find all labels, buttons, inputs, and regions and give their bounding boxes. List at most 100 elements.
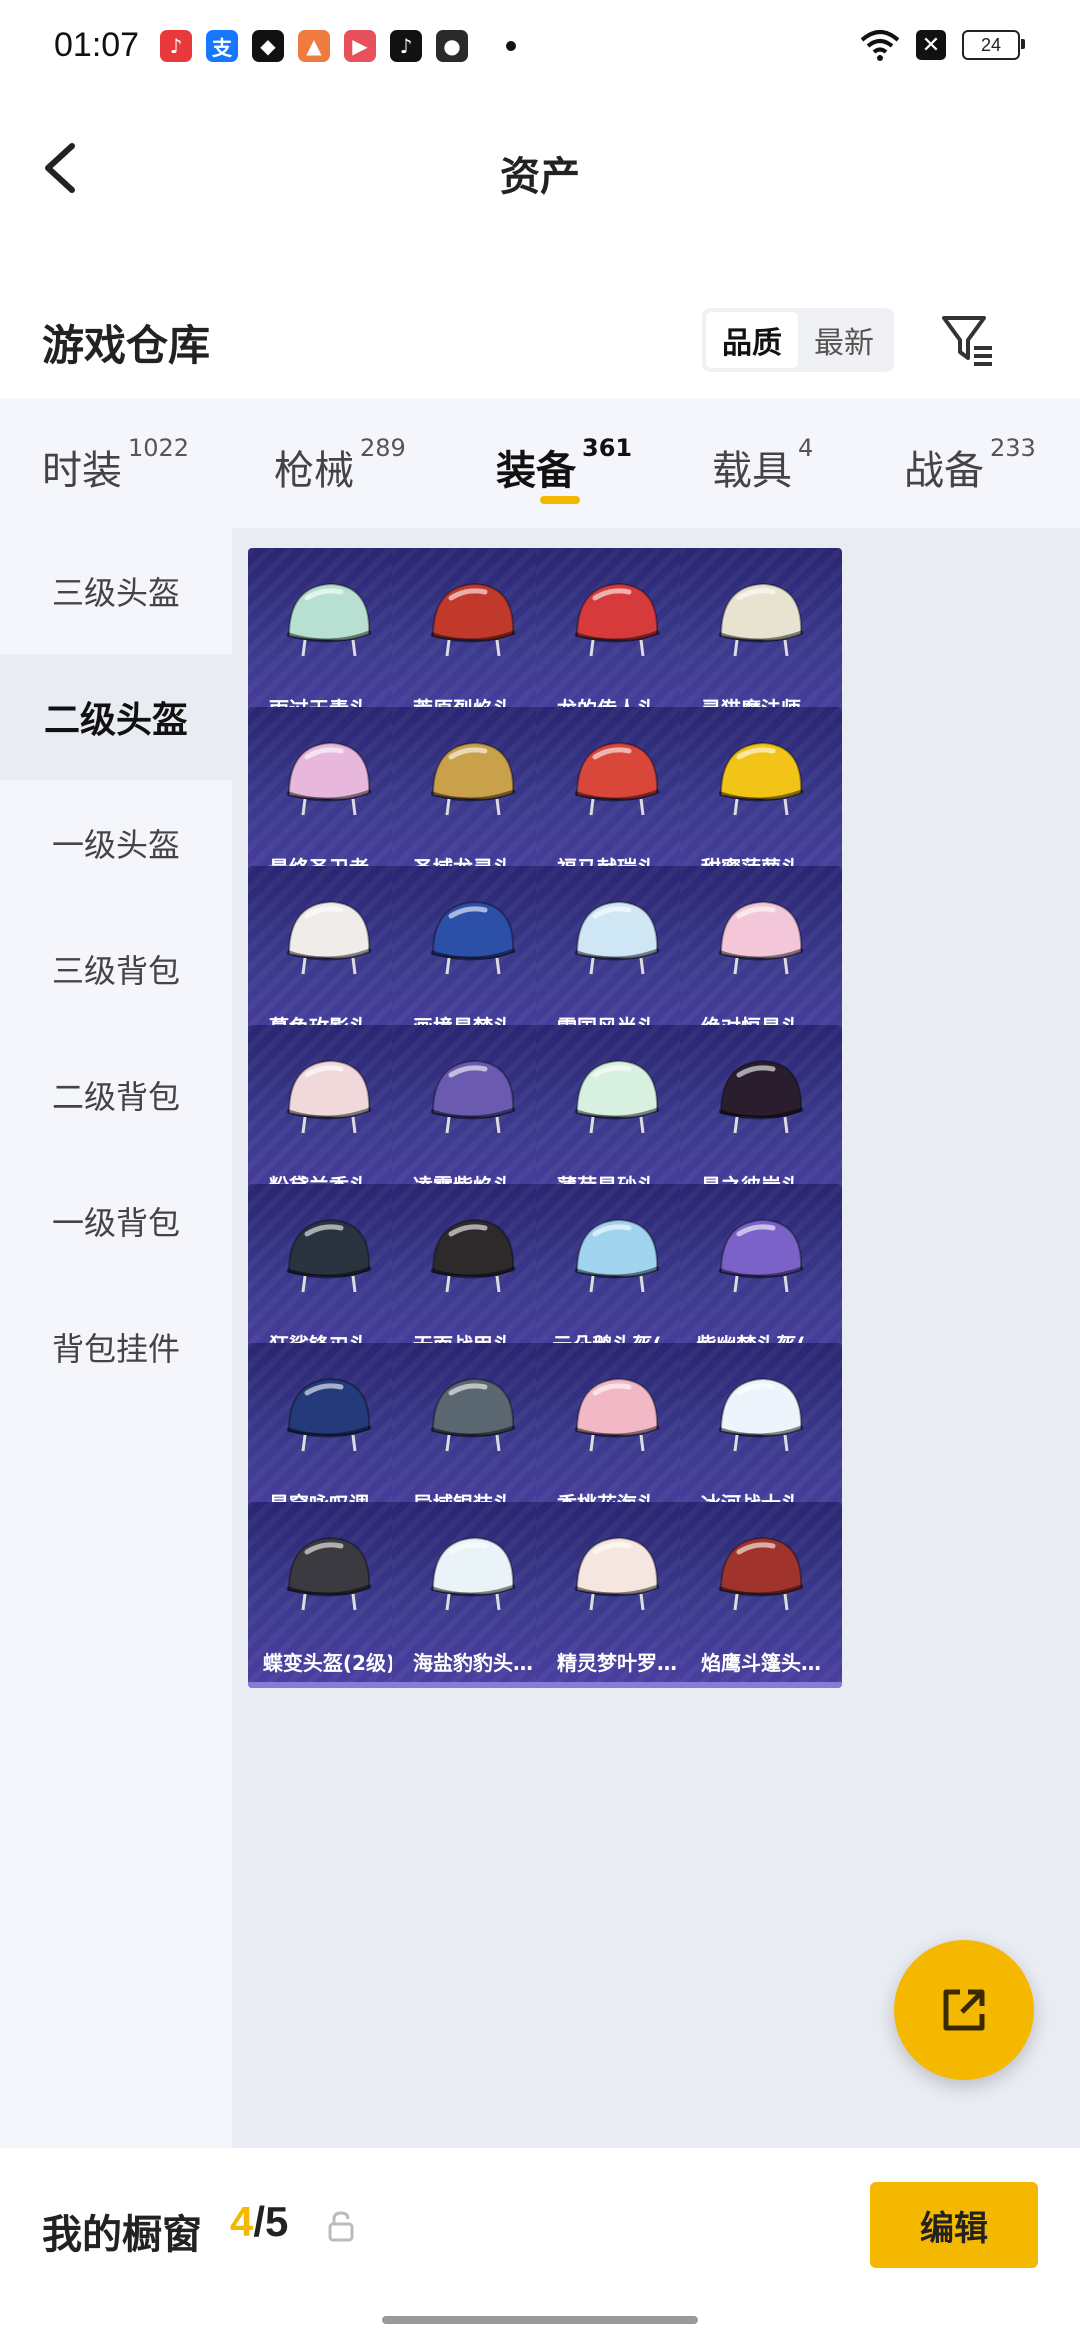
rarity-bar (680, 1682, 842, 1688)
item-grid: 雨过天青头…荒原烈焰头…龙的传人头…灵猫魔法师…最终圣卫者…圣域龙灵头…福马献瑞… (232, 528, 1080, 2148)
helmet-icon (430, 1059, 516, 1134)
tab-label: 时装 (42, 448, 122, 494)
helmet-icon (574, 1377, 660, 1452)
section-title: 游戏仓库 (42, 321, 211, 370)
item-name: 精灵梦叶罗… (557, 1651, 677, 1675)
sidebar-item-backpack-charm[interactable]: 背包挂件 (0, 1284, 232, 1410)
alipay-icon: 支 (206, 30, 238, 62)
sidebar-item-lv1-helmet[interactable]: 一级头盔 (0, 780, 232, 906)
helmet-icon (718, 1059, 804, 1134)
tab-equipment[interactable]: 装备 361 (496, 434, 632, 496)
tab-count: 289 (360, 434, 406, 462)
category-tabs: 时装 1022 枪械 289 装备 361 载具 4 战备 233 (0, 398, 1080, 528)
orange-app-icon: ▲ (298, 30, 330, 62)
wifi-icon (860, 30, 900, 61)
helmet-icon (574, 582, 660, 657)
video-app-icon: ▶ (344, 30, 376, 62)
helmet-icon (574, 1059, 660, 1134)
tab-vehicles[interactable]: 载具 4 (712, 434, 813, 496)
home-indicator (382, 2316, 698, 2324)
helmet-icon (286, 1218, 372, 1293)
lock-icon (328, 2211, 354, 2242)
app-header: 资产 (0, 96, 1080, 246)
item-name: 焰鹰斗篷头… (701, 1651, 821, 1675)
tab-guns[interactable]: 枪械 289 (274, 434, 406, 496)
helmet-icon (718, 741, 804, 816)
subcategory-sidebar: 三级头盔 二级头盔 一级头盔 三级背包 二级背包 一级背包 背包挂件 (0, 528, 232, 2148)
helmet-icon (718, 1536, 804, 1611)
shield-app-icon: ◆ (252, 30, 284, 62)
helmet-icon (718, 1218, 804, 1293)
helmet-icon (286, 582, 372, 657)
showcase-total: /5 (253, 2198, 289, 2245)
sim-off-icon: ✕ (916, 30, 946, 60)
sidebar-item-lv1-backpack[interactable]: 一级背包 (0, 1158, 232, 1284)
tab-label: 枪械 (274, 448, 354, 494)
helmet-icon (286, 900, 372, 975)
tab-label: 战备 (904, 448, 984, 494)
helmet-icon (286, 741, 372, 816)
tab-fashion[interactable]: 时装 1022 (42, 434, 189, 496)
item-name: 海盐豹豹头… (413, 1651, 533, 1675)
item-name: 蝶变头盔(2级) (262, 1651, 396, 1675)
showcase-bar: 我的橱窗 4/5 编辑 (0, 2148, 1080, 2340)
sort-by-newest[interactable]: 最新 (798, 312, 890, 368)
helmet-icon (286, 1377, 372, 1452)
douyin-icon: ♪ (390, 30, 422, 62)
rarity-bar (392, 1682, 554, 1688)
helmet-icon (718, 900, 804, 975)
battery-icon: 24 (962, 30, 1025, 60)
helmet-icon (574, 1218, 660, 1293)
sidebar-item-lv2-helmet[interactable]: 二级头盔 (0, 654, 232, 780)
page-title: 资产 (500, 154, 580, 200)
rarity-bar (248, 1682, 410, 1688)
showcase-count: 4/5 (230, 2198, 288, 2246)
sidebar-item-lv3-backpack[interactable]: 三级背包 (0, 906, 232, 1032)
helmet-icon (430, 741, 516, 816)
helmet-icon (574, 900, 660, 975)
showcase-current: 4 (230, 2198, 254, 2245)
item-card[interactable]: 蝶变头盔(2级) (248, 1502, 410, 1688)
tab-count: 1022 (128, 434, 190, 462)
battery-level: 24 (980, 34, 1002, 55)
tab-count: 233 (990, 434, 1036, 462)
helmet-icon (430, 582, 516, 657)
showcase-label: 我的橱窗 (42, 2212, 202, 2258)
tab-label: 载具 (712, 448, 792, 494)
sort-toggle: 品质 最新 (702, 308, 894, 372)
status-time: 01:07 (54, 26, 140, 64)
rarity-bar (536, 1682, 698, 1688)
item-card[interactable]: 焰鹰斗篷头… (680, 1502, 842, 1688)
share-button[interactable] (894, 1940, 1034, 2080)
more-notifications-dot (506, 41, 516, 51)
helmet-icon (430, 1377, 516, 1452)
helmet-icon (718, 1377, 804, 1452)
sidebar-item-lv3-helmet[interactable]: 三级头盔 (0, 528, 232, 654)
item-card[interactable]: 精灵梦叶罗… (536, 1502, 698, 1688)
edit-button[interactable]: 编辑 (870, 2182, 1038, 2268)
helmet-icon (286, 1536, 372, 1611)
helmet-icon (718, 582, 804, 657)
helmet-icon (286, 1059, 372, 1134)
notification-icons: ♪ 支 ◆ ▲ ▶ ♪ ● (160, 30, 516, 62)
helmet-icon (430, 900, 516, 975)
filter-icon[interactable] (938, 310, 998, 370)
tab-count: 361 (582, 434, 633, 462)
item-card[interactable]: 海盐豹豹头… (392, 1502, 554, 1688)
helmet-icon (574, 741, 660, 816)
status-right: ✕ 24 (860, 28, 1025, 62)
tab-count: 4 (798, 434, 814, 462)
sidebar-item-lv2-backpack[interactable]: 二级背包 (0, 1032, 232, 1158)
warehouse-section-header: 游戏仓库 品质 最新 (0, 290, 1080, 390)
external-link-icon (943, 1989, 985, 2031)
music-app-icon: ♪ (160, 30, 192, 62)
helmet-icon (430, 1218, 516, 1293)
tab-label: 装备 (496, 448, 576, 494)
sort-by-quality[interactable]: 品质 (706, 312, 798, 368)
helmet-icon (430, 1536, 516, 1611)
active-tab-indicator (540, 496, 580, 504)
wechat-icon: ● (436, 30, 468, 62)
helmet-icon (574, 1536, 660, 1611)
status-bar: 01:07 ♪ 支 ◆ ▲ ▶ ♪ ● ✕ 24 (0, 0, 1080, 96)
tab-battle-prep[interactable]: 战备 233 (904, 434, 1036, 496)
